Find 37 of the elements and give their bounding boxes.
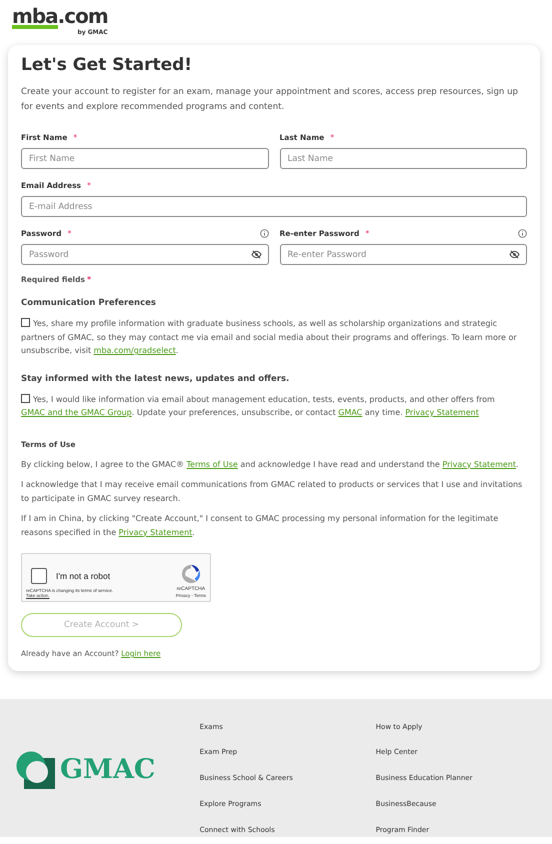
terms-text: I acknowledge that I may receive email communications from GMAC related to products or services that I use and invitations to participate in GMAC survey research. — [21, 479, 524, 505]
section-heading: Stay informed with the latest news, updates and offers. — [21, 374, 290, 384]
required-mark: * — [86, 275, 92, 284]
captcha-label: I'm not a robot — [56, 571, 110, 581]
section-heading: Communication Preferences — [21, 298, 157, 308]
consent-text: Yes, share my profile information with graduate business schools, as well as scholarship organizations and strategic partners of GMAC, so they may contact me via email and social media about their programs and offerings. To learn more or unsubscribe, visit mba.com/gradselect. — [21, 317, 518, 357]
checkbox[interactable] — [21, 318, 30, 327]
info-icon[interactable] — [260, 228, 268, 238]
captcha-checkbox[interactable] — [31, 568, 47, 584]
text-link[interactable]: Privacy Statement — [442, 460, 516, 468]
text-link[interactable]: Privacy Statement — [405, 408, 479, 417]
input-field[interactable]: Password — [21, 244, 268, 265]
recaptcha-icon — [180, 563, 202, 585]
hide-password-icon[interactable] — [250, 250, 262, 259]
input-field[interactable]: Re-enter Password — [280, 244, 527, 265]
text-link[interactable]: GMAC — [338, 408, 362, 417]
required-mark: * — [87, 180, 92, 190]
terms-text: By clicking below, I agree to the GMAC® Terms of Use and acknowledge I have read and understand the Privacy Statement. — [21, 458, 520, 471]
intro-text: Create your account to register for an exam, manage your appointment and scores, access prep resources, sign up for events and explore recommended programs and content. — [21, 86, 519, 114]
required-mark: * — [67, 228, 72, 238]
checkbox[interactable] — [21, 394, 30, 402]
input-field[interactable]: Last Name — [280, 148, 527, 169]
text-link[interactable]: mba.com/gradselect — [94, 346, 176, 355]
input-field[interactable]: E-mail Address — [21, 196, 527, 217]
required-mark: * — [330, 132, 334, 142]
terms-text: If I am in China, by clicking "Create Account," I consent to GMAC processing my personal information for the legitimate reasons specified in the Privacy Statement. — [21, 513, 500, 539]
required-mark: * — [73, 132, 78, 142]
page-title: Let's Get Started! — [21, 55, 194, 75]
text-link[interactable]: GMAC and the GMAC Group — [21, 408, 132, 417]
text-link[interactable]: Privacy Statement — [118, 528, 192, 536]
info-icon[interactable] — [518, 228, 527, 238]
consent-text: Yes, I would like information via email about management education, tests, events, products, and other offers from GMAC and the GMAC Group. Update your preferences, unsubscribe, or contact GMAC any time. Privacy Statement — [21, 392, 496, 419]
hide-password-icon[interactable] — [509, 250, 520, 259]
gmac-logo-icon — [16, 750, 56, 788]
required-mark: * — [365, 228, 370, 238]
input-field[interactable]: First Name — [21, 148, 268, 169]
text-link[interactable]: Terms of Use — [186, 460, 238, 468]
